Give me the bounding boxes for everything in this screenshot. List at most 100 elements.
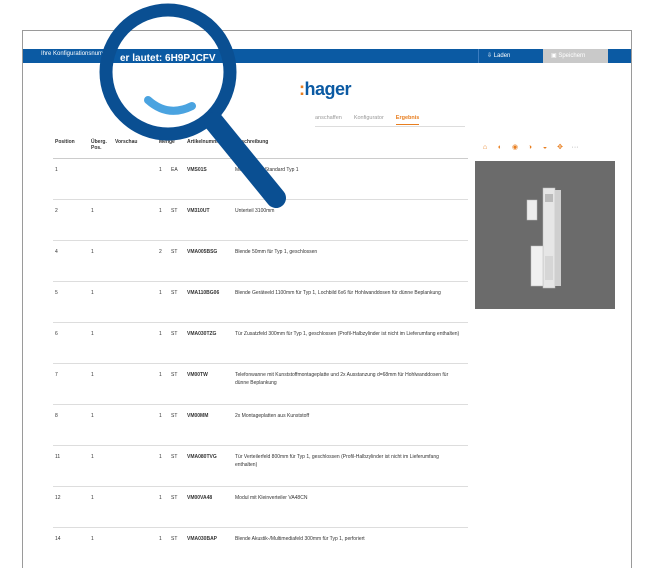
cell-description: Unterteil 3100mm <box>235 208 275 214</box>
move-icon[interactable]: ✥ <box>556 144 564 152</box>
cell-description: Blende 50mm für Typ 1, geschlossen <box>235 249 318 255</box>
table-header: Position Überg. Pos. Vorschau Menge Arti… <box>53 139 468 159</box>
cell-parent: 1 <box>91 495 94 501</box>
cell-position: 6 <box>55 331 58 337</box>
cell-qty: 1 <box>159 167 162 173</box>
cell-preview <box>113 249 157 281</box>
cell-article: VMA080TVG <box>187 454 217 460</box>
col-qty: Menge <box>159 139 175 145</box>
cell-preview <box>113 331 157 363</box>
cell-position: 7 <box>55 372 58 378</box>
cell-unit: ST <box>171 536 178 542</box>
cell-position: 14 <box>55 536 61 542</box>
step-nav: anschaffen Konfigurator Ergebnis <box>315 115 420 125</box>
cell-position: 4 <box>55 249 58 255</box>
cell-preview <box>113 454 157 486</box>
app-window: Ihre Konfigurationsnummer ⇩ Laden ▣ Spei… <box>22 30 632 568</box>
col-unit <box>169 139 185 158</box>
cell-parent: 1 <box>91 454 94 460</box>
cell-qty: 1 <box>159 495 162 501</box>
cell-article: VMA110BG06 <box>187 290 220 296</box>
cell-unit: ST <box>171 331 178 337</box>
col-parent: Überg. Pos. <box>91 139 107 151</box>
cell-description: Blende Geräteeld 1100mm für Typ 1, Lochb… <box>235 290 441 296</box>
cell-position: 11 <box>55 454 61 460</box>
config-number-zoomed: er lautet: 6H9PJCFV <box>120 53 216 64</box>
cell-qty: 2 <box>159 249 162 255</box>
cell-article: VM00TW <box>187 372 208 378</box>
cell-description: 2x Montageplatten aus Kunststoff <box>235 413 310 419</box>
cell-unit: ST <box>171 290 178 296</box>
tab-ergebnis[interactable]: Ergebnis <box>395 115 420 125</box>
cell-parent: 1 <box>91 413 94 419</box>
tab-konfigurator[interactable]: Konfigurator <box>354 115 384 125</box>
cell-position: 8 <box>55 413 58 419</box>
more-icon[interactable]: ··· <box>571 144 579 152</box>
table-row[interactable]: 12 1 1 ST VM00VA48 Modul mit Kleinverteiler V… <box>53 487 468 528</box>
cell-article: VMA030BAP <box>187 536 218 542</box>
nav-divider <box>315 126 465 127</box>
load-label: Laden <box>493 53 511 59</box>
table-row[interactable]: 8 1 1 ST VM00MM 2x Montageplatten aus Kunstst… <box>53 405 468 446</box>
rotate-right-icon[interactable]: ◑ <box>526 144 534 152</box>
cell-unit: ST <box>171 372 178 378</box>
table-row[interactable]: 11 1 1 ST VMA080TVG Tür Verteilerfeld 800mm f… <box>53 446 468 487</box>
table-row[interactable]: 14 1 1 ST VMA030BAP Blende Akustik-/Multimedi… <box>53 528 468 568</box>
table-row[interactable]: 1 1 EA VMS01S Mediensäule Standard Typ 1 <box>53 159 468 200</box>
cell-parent: 1 <box>91 290 94 296</box>
cell-description: Mediensäule Standard Typ 1 <box>235 167 299 173</box>
cell-article: VMA005BSG <box>187 249 218 255</box>
cell-unit: EA <box>171 167 178 173</box>
cell-preview <box>113 290 157 322</box>
col-description: Beschreibung <box>235 139 269 145</box>
cell-article: VM00VA48 <box>187 495 213 501</box>
save-button[interactable]: ▣ Speichern <box>543 49 608 63</box>
zoom-icon[interactable]: ◉ <box>511 144 519 152</box>
cell-qty: 1 <box>159 372 162 378</box>
cell-description: Telefonwanne mit Kunststoffmontageplatte… <box>235 372 449 386</box>
home-icon[interactable]: ⌂ <box>481 144 489 152</box>
table-row[interactable]: 4 1 2 ST VMA005BSG Blende 50mm für Typ 1, ges… <box>53 241 468 282</box>
rotate-icon[interactable]: ◒ <box>541 144 549 152</box>
cell-qty: 1 <box>159 208 162 214</box>
viewer-toolbar: ⌂ ◐ ◉ ◑ ◒ ✥ ··· <box>481 144 579 152</box>
hager-logo: :hager <box>299 79 352 99</box>
cell-description: Blende Akustik-/Multimediafeld 300mm für… <box>235 536 365 542</box>
cell-qty: 1 <box>159 290 162 296</box>
cell-unit: ST <box>171 249 178 255</box>
cell-unit: ST <box>171 454 178 460</box>
cell-qty: 1 <box>159 454 162 460</box>
cell-parent: 1 <box>91 536 94 542</box>
tab-anschaffen[interactable]: anschaffen <box>315 115 342 125</box>
cell-parent: 1 <box>91 249 94 255</box>
cell-unit: ST <box>171 413 178 419</box>
cell-description: Modul mit Kleinverteiler VA48CN <box>235 495 308 501</box>
cell-preview <box>113 208 157 240</box>
col-preview: Vorschau <box>115 139 138 145</box>
cell-qty: 1 <box>159 413 162 419</box>
cell-unit: ST <box>171 495 178 501</box>
cell-position: 5 <box>55 290 58 296</box>
cell-preview <box>113 413 157 445</box>
cell-article: VMA030TZG <box>187 331 217 337</box>
cell-position: 1 <box>55 167 58 173</box>
rotate-left-icon[interactable]: ◐ <box>496 144 504 152</box>
load-button[interactable]: ⇩ Laden <box>478 49 543 63</box>
result-table: Position Überg. Pos. Vorschau Menge Arti… <box>53 139 468 568</box>
table-row[interactable]: 7 1 1 ST VM00TW Telefonwanne mit Kunststoffmo… <box>53 364 468 405</box>
table-row[interactable]: 6 1 1 ST VMA030TZG Tür Zusatzfeld 300mm für T… <box>53 323 468 364</box>
cell-description: Tür Verteilerfeld 800mm für Typ 1, gesch… <box>235 454 439 468</box>
3d-viewer[interactable] <box>475 161 615 309</box>
media-column-model <box>526 187 561 289</box>
config-number-text: Ihre Konfigurationsnummer <box>41 51 114 57</box>
table-row[interactable]: 2 1 1 ST VM310UT Unterteil 3100mm <box>53 200 468 241</box>
cell-article: VMS01S <box>187 167 207 173</box>
save-label: Speichern <box>558 53 586 59</box>
table-row[interactable]: 5 1 1 ST VMA110BG06 Blende Geräteeld 1100mm f… <box>53 282 468 323</box>
cell-qty: 1 <box>159 331 162 337</box>
cell-parent: 1 <box>91 372 94 378</box>
cell-article: VM00MM <box>187 413 209 419</box>
cell-preview <box>113 372 157 404</box>
cell-position: 12 <box>55 495 61 501</box>
cell-description: Tür Zusatzfeld 300mm für Typ 1, geschlos… <box>235 331 460 337</box>
